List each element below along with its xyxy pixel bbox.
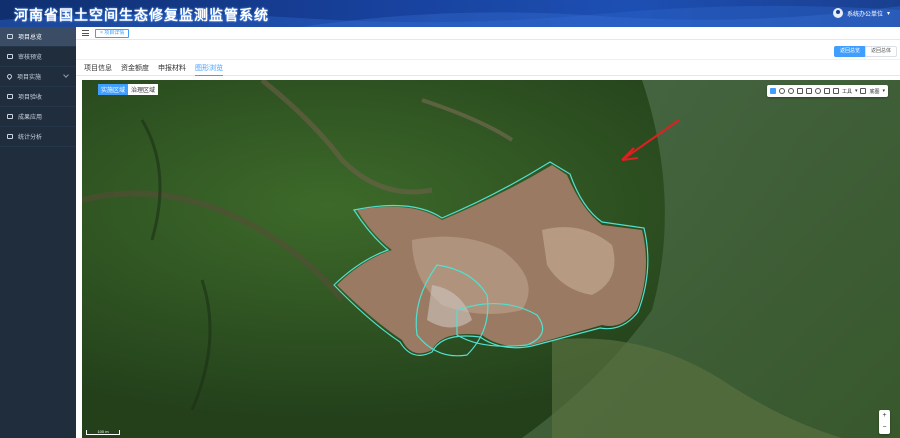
breadcrumb-tag[interactable]: × 项目详情 <box>95 29 130 38</box>
tab-map-view[interactable]: 图形浏览 <box>195 63 223 76</box>
fullscreen-icon[interactable] <box>805 88 812 94</box>
sidebar-item-label: 项目总览 <box>18 35 43 41</box>
home-icon[interactable] <box>769 88 776 94</box>
map-imagery <box>82 80 900 438</box>
tab-funding[interactable]: 资金额度 <box>121 63 149 76</box>
sidebar-item-implementation[interactable]: 项目实施 <box>0 67 76 87</box>
layer-governance-area[interactable]: 治理区域 <box>128 84 159 95</box>
sidebar-item-label: 项目验收 <box>18 95 43 101</box>
zoom-control: + − <box>879 410 890 434</box>
sidebar-item-label: 成果应用 <box>18 115 43 121</box>
monitor-icon <box>7 134 13 139</box>
monitor-icon <box>7 34 13 39</box>
location-icon <box>5 72 14 81</box>
chevron-down-icon: ▾ <box>886 10 890 17</box>
basemap-icon <box>860 88 867 94</box>
monitor-icon <box>7 54 13 59</box>
return-button[interactable]: 返回总体 <box>864 46 897 57</box>
scale-bar: 100 m <box>86 430 120 435</box>
monitor-icon <box>7 114 13 119</box>
user-menu[interactable]: 系统办公单位 ▾ <box>832 8 890 18</box>
tools-icon <box>832 88 839 94</box>
sidebar: 项目总览 审核预览 项目实施 项目验收 成果应用 统计分析 <box>0 27 76 438</box>
tab-materials[interactable]: 申报材料 <box>158 63 186 76</box>
user-avatar-icon <box>832 8 843 18</box>
return-overview-button[interactable]: 返回总览 <box>833 46 866 57</box>
chevron-down-icon: ▾ <box>882 88 885 94</box>
tools-dropdown[interactable]: 工具 <box>842 88 852 95</box>
sidebar-item-project-overview[interactable]: 项目总览 <box>0 27 76 47</box>
top-bar: × 项目详情 <box>76 27 900 40</box>
menu-toggle-icon[interactable] <box>82 30 89 36</box>
sidebar-item-statistics[interactable]: 统计分析 <box>0 127 76 147</box>
action-bar: 返回总览 返回总体 <box>76 40 900 60</box>
basemap-dropdown[interactable]: 底图 <box>869 88 879 95</box>
tab-bar: 项目信息 资金额度 申报材料 图形浏览 <box>76 60 900 76</box>
sidebar-item-label: 统计分析 <box>18 135 43 141</box>
measure-icon[interactable] <box>823 88 830 94</box>
sidebar-item-label: 项目实施 <box>17 75 42 81</box>
chevron-down-icon <box>63 72 69 78</box>
zoom-out-button[interactable]: − <box>879 422 890 434</box>
user-name: 系统办公单位 <box>846 11 883 18</box>
sidebar-item-label: 审核预览 <box>18 55 43 61</box>
sidebar-item-review[interactable]: 审核预览 <box>0 47 76 67</box>
print-icon[interactable] <box>796 88 803 94</box>
info-icon[interactable] <box>814 88 821 94</box>
layer-implementation-area[interactable]: 实施区域 <box>98 84 129 95</box>
sidebar-item-results[interactable]: 成果应用 <box>0 107 76 127</box>
map-toolbar: 工具 ▾ 底图 ▾ <box>766 85 888 97</box>
zoom-in-button[interactable]: + <box>879 410 890 422</box>
tab-project-info[interactable]: 项目信息 <box>84 63 112 76</box>
chevron-down-icon: ▾ <box>854 88 858 94</box>
satellite-map[interactable]: 实施区域 治理区域 工具 ▾ 底图 ▾ + − 100 m <box>82 80 900 438</box>
globe-icon[interactable] <box>787 88 794 94</box>
app-title: 河南省国土空间生态修复监测监管系统 <box>14 8 269 24</box>
layer-toggle: 实施区域 治理区域 <box>98 84 159 95</box>
sidebar-item-acceptance[interactable]: 项目验收 <box>0 87 76 107</box>
monitor-icon <box>7 94 13 99</box>
target-icon[interactable] <box>778 88 785 94</box>
app-header: 河南省国土空间生态修复监测监管系统 系统办公单位 ▾ <box>0 0 900 27</box>
